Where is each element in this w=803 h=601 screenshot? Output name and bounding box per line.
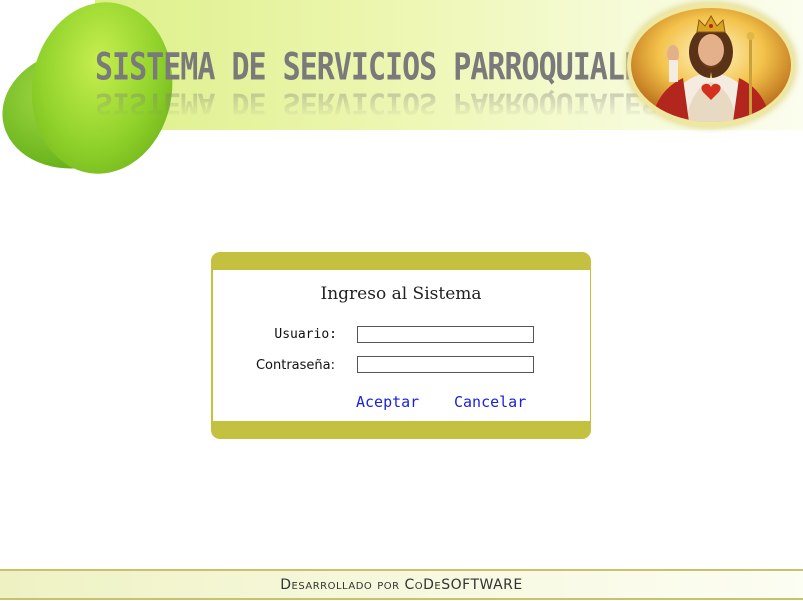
cancel-link[interactable]: Cancelar: [454, 393, 526, 411]
page-title: SISTEMA DE SERVICIOS PARROQUIALES: [95, 45, 659, 90]
accept-link[interactable]: Aceptar: [356, 393, 419, 411]
login-title: Ingreso al Sistema: [320, 284, 482, 304]
login-panel: Ingreso al Sistema Usuario: Contraseña: …: [211, 252, 591, 439]
password-input[interactable]: [357, 356, 534, 373]
header-banner: SISTEMA DE SERVICIOS PARROQUIALES SISTEM…: [0, 0, 803, 183]
username-label: Usuario:: [274, 327, 337, 342]
page-title-reflection: SISTEMA DE SERVICIOS PARROQUIALES: [95, 85, 659, 120]
footer-credit: Desarrollado por CoDeSOFTWARE: [280, 577, 523, 593]
password-label: Contraseña:: [255, 358, 335, 373]
footer: Desarrollado por CoDeSOFTWARE: [0, 569, 803, 600]
username-input[interactable]: [357, 326, 534, 343]
sacred-heart-portrait-icon: [631, 8, 791, 122]
